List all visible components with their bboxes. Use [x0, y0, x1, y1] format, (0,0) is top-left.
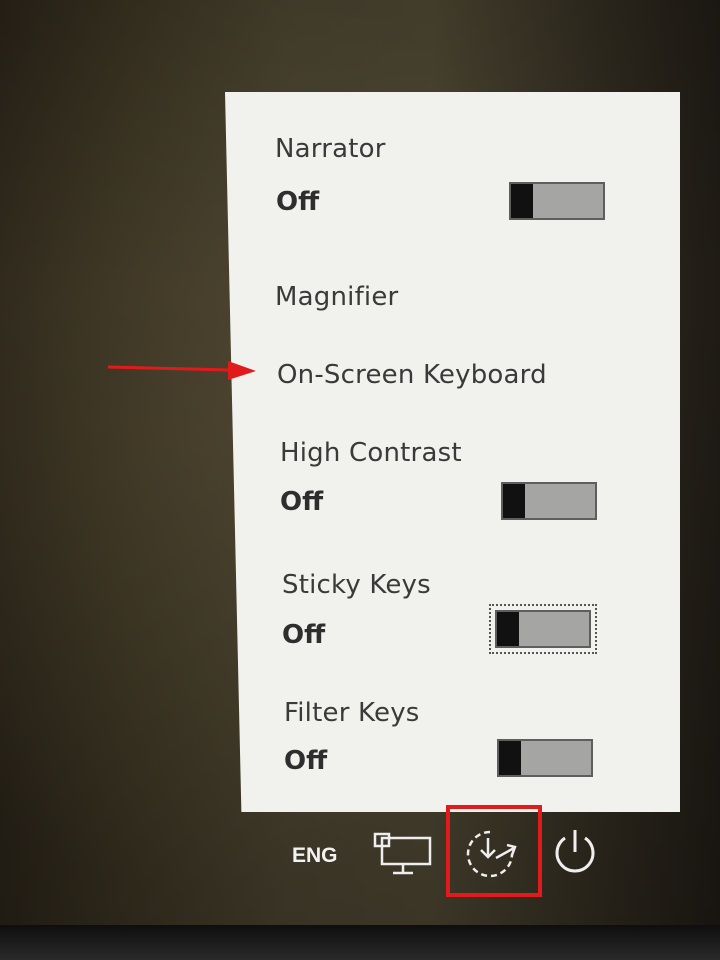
high-contrast-toggle-knob — [503, 484, 525, 518]
onscreen-keyboard-item[interactable]: On-Screen Keyboard — [277, 360, 547, 390]
annotation-arrow — [108, 361, 256, 380]
ease-of-access-panel: Narrator Off Magnifier On-Screen Keyboar… — [225, 92, 680, 812]
high-contrast-toggle[interactable] — [501, 482, 597, 520]
annotation-highlight-box — [446, 805, 542, 897]
narrator-toggle-knob — [511, 184, 533, 218]
power-icon[interactable] — [548, 824, 602, 880]
monitor-bezel — [0, 925, 720, 960]
filter-keys-toggle-knob — [499, 741, 521, 775]
filter-keys-state: Off — [284, 746, 328, 776]
high-contrast-label: High Contrast — [280, 438, 462, 468]
sticky-keys-label: Sticky Keys — [282, 570, 431, 600]
filter-keys-label: Filter Keys — [284, 698, 420, 728]
sticky-keys-toggle-knob — [497, 612, 519, 646]
language-indicator[interactable]: ENG — [292, 844, 338, 868]
sticky-keys-state: Off — [282, 620, 326, 650]
narrator-label: Narrator — [275, 134, 386, 164]
filter-keys-toggle[interactable] — [497, 739, 593, 777]
magnifier-item[interactable]: Magnifier — [275, 282, 398, 312]
network-icon[interactable] — [373, 828, 433, 878]
narrator-toggle[interactable] — [509, 182, 605, 220]
sticky-keys-toggle[interactable] — [495, 610, 591, 648]
narrator-state: Off — [276, 187, 320, 217]
high-contrast-state: Off — [280, 487, 324, 517]
